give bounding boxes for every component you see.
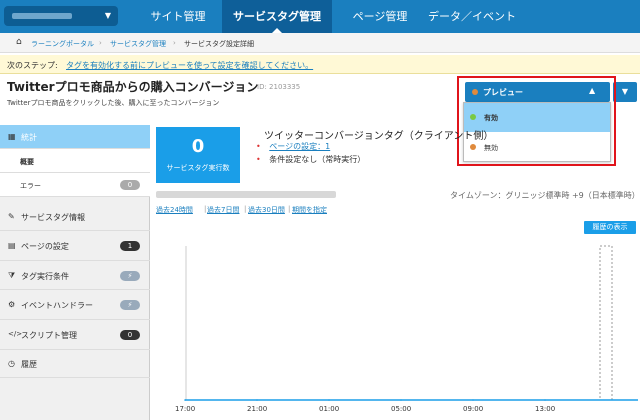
sidebar-item-label: エラー	[20, 182, 41, 190]
current-period-marker	[599, 245, 613, 401]
period-24h[interactable]: 過去24時間	[156, 205, 193, 215]
execution-chart	[184, 245, 638, 401]
chevron-right-icon: ›	[99, 39, 102, 47]
nav-service-tag-management[interactable]: サービスタグ管理	[222, 0, 332, 33]
sidebar-item-label: タグ実行条件	[21, 272, 69, 281]
top-nav-bar: ▼ サイト管理 サービスタグ管理 ページ管理 データ／イベント	[0, 0, 640, 33]
redacted-text	[156, 191, 336, 198]
page-subtitle: Twitterプロモ商品をクリックした後、購入に至ったコンバージョン	[7, 99, 220, 107]
sidebar-item-event-handlers[interactable]: ⚙ イベントハンドラー ⚡	[0, 290, 150, 320]
x-tick-label: 09:00	[463, 405, 484, 413]
count-badge: 0	[120, 180, 140, 190]
account-name-redacted	[12, 13, 72, 19]
data-point	[184, 399, 186, 401]
lightning-icon: ⚡	[120, 300, 140, 310]
next-step-link[interactable]: タグを有効化する前にプレビューを使って設定を確認してください。	[66, 60, 313, 71]
next-step-notice: 次のステップ: タグを有効化する前にプレビューを使って設定を確認してください。	[0, 55, 640, 74]
pencil-icon: ✎	[8, 212, 15, 221]
sidebar-item-label: 履歴	[21, 360, 37, 369]
period-custom[interactable]: 期間を指定	[292, 205, 327, 215]
breadcrumb-current: サービスタグ設定詳細	[184, 40, 254, 48]
breadcrumb-service-tag[interactable]: サービスタグ管理	[110, 39, 166, 49]
count-badge: 1	[120, 241, 140, 251]
breadcrumb: ⌂ ラーニングポータル › サービスタグ管理 › サービスタグ設定詳細	[0, 33, 640, 53]
sidebar-item-label: 統計	[21, 133, 37, 142]
chevron-down-icon: ▼	[104, 11, 111, 20]
period-7d[interactable]: 過去7日間	[207, 205, 239, 215]
page-title: Twitterプロモ商品からの購入コンバージョン	[7, 80, 259, 94]
sidebar-item-label: 概要	[20, 158, 34, 166]
account-selector[interactable]: ▼	[4, 6, 118, 26]
nav-data-events[interactable]: データ／イベント	[426, 0, 518, 33]
sidebar-item-script-management[interactable]: </> スクリプト管理 0	[0, 320, 150, 350]
show-history-button[interactable]: 履歴の表示	[584, 221, 636, 234]
x-tick-label: 17:00	[175, 405, 196, 413]
separator: |	[288, 205, 291, 213]
bullet-icon: •	[256, 142, 261, 151]
actions-dropdown-button[interactable]: ▼	[613, 82, 637, 102]
page-settings-link[interactable]: ページの設定：1	[269, 142, 330, 151]
lightning-icon: ⚡	[120, 271, 140, 281]
sidebar-item-errors[interactable]: エラー 0	[0, 173, 150, 197]
separator: |	[204, 205, 207, 213]
next-step-label: 次のステップ:	[7, 61, 58, 70]
nav-site-management[interactable]: サイト管理	[137, 0, 219, 33]
kpi-label: サービスタグ実行数	[166, 164, 230, 172]
separator: |	[244, 205, 247, 213]
document-icon: ▤	[8, 241, 16, 250]
count-badge: 0	[120, 330, 140, 340]
sidebar-item-label: イベントハンドラー	[21, 301, 93, 310]
sidebar-item-label: スクリプト管理	[21, 331, 77, 340]
data-point	[256, 399, 258, 401]
x-tick-label: 05:00	[391, 405, 412, 413]
gear-icon: ⚙	[8, 300, 16, 309]
clock-icon: ◷	[8, 359, 15, 368]
period-30d[interactable]: 過去30日間	[248, 205, 285, 215]
sidebar-item-service-tag-info[interactable]: ✎ サービスタグ情報	[0, 203, 150, 231]
nav-page-management[interactable]: ページ管理	[340, 0, 420, 33]
sidebar-item-label: サービスタグ情報	[21, 213, 85, 222]
filter-icon: ⧩	[8, 271, 16, 280]
tag-page-settings-row: • ページの設定：1	[256, 141, 330, 152]
x-tick-label: 21:00	[247, 405, 268, 413]
timezone-label: タイムゾーン：グリニッジ標準時 +9（日本標準時）	[450, 191, 640, 200]
data-point	[472, 399, 474, 401]
highlight-frame	[457, 76, 616, 166]
data-point	[400, 399, 402, 401]
data-point	[544, 399, 546, 401]
tag-name: ツイッターコンバージョンタグ（クライアント側）	[264, 131, 494, 142]
kpi-value: 0	[191, 136, 205, 157]
sidebar-item-tag-conditions[interactable]: ⧩ タグ実行条件 ⚡	[0, 261, 150, 290]
breadcrumb-learning-portal[interactable]: ラーニングポータル	[31, 39, 94, 49]
sidebar-item-overview[interactable]: 概要	[0, 149, 150, 173]
tag-execution-count-card: 0 サービスタグ実行数	[156, 127, 240, 183]
x-tick-label: 01:00	[319, 405, 340, 413]
sidebar-item-label: ページの設定	[21, 242, 69, 251]
sidebar: ▦ 統計 概要 エラー 0 ✎ サービスタグ情報 ▤ ページの設定 1 ⧩ タグ…	[0, 125, 150, 420]
tag-id: ID: 2103335	[257, 83, 301, 91]
sidebar-item-history[interactable]: ◷ 履歴	[0, 350, 150, 378]
chart-icon: ▦	[8, 132, 16, 141]
home-icon[interactable]: ⌂	[16, 37, 22, 47]
data-point	[328, 399, 330, 401]
chevron-right-icon: ›	[173, 39, 176, 47]
sidebar-item-page-settings[interactable]: ▤ ページの設定 1	[0, 231, 150, 261]
code-icon: </>	[8, 330, 23, 338]
bullet-icon: •	[256, 155, 261, 164]
tag-condition-row: • 条件設定なし（常時実行）	[256, 154, 365, 165]
condition-text: 条件設定なし（常時実行）	[269, 155, 366, 164]
sidebar-item-stats[interactable]: ▦ 統計	[0, 125, 150, 149]
x-tick-label: 13:00	[535, 405, 556, 413]
